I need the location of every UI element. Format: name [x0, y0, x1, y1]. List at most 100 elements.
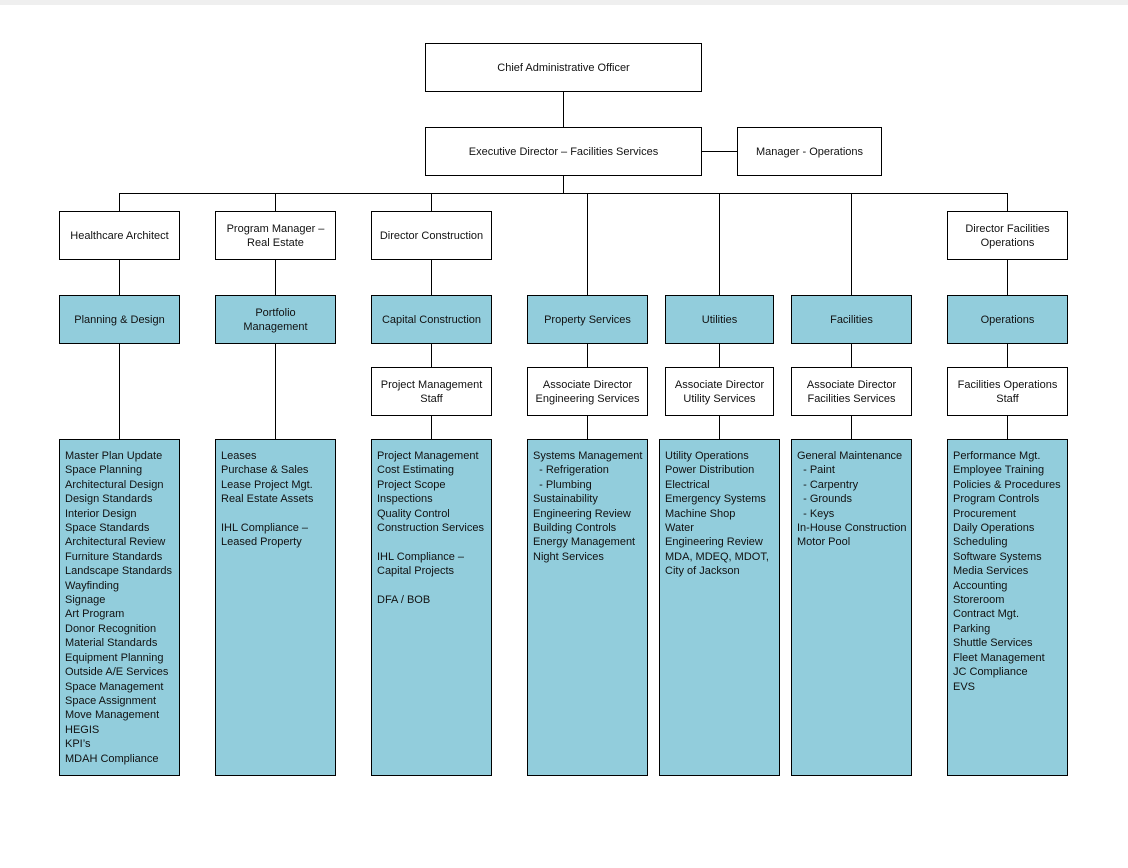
connector: [719, 415, 721, 439]
responsibility-list: Systems Management - Refrigeration - Plu…: [527, 439, 648, 776]
list-item: Accounting: [953, 579, 1008, 592]
responsibility-list: Project Management Cost Estimating Project…: [371, 439, 492, 776]
unit-box: Capital Construction: [371, 295, 492, 344]
unit-box: Utilities: [665, 295, 774, 344]
list-item: Shuttle Services: [953, 637, 1033, 650]
list-item: Signage: [65, 594, 106, 607]
list-item: Storeroom: [953, 594, 1005, 607]
list-item: [221, 507, 330, 521]
list-item: Outside A/E Services: [65, 666, 169, 679]
list-item: [377, 579, 486, 593]
list-item: - Carpentry: [797, 478, 859, 491]
list-item: Construction Services: [377, 522, 484, 535]
list-item: City of Jackson: [665, 565, 740, 578]
list-item: Art Program: [65, 608, 125, 621]
responsibility-list: Leases Purchase & Sales Lease Project Mgt.…: [215, 439, 336, 776]
list-item: Quality Control: [377, 507, 450, 520]
list-item: IHL Compliance –: [377, 550, 465, 563]
sub-box: Associate Director Utility Services: [665, 367, 774, 416]
list-item: Landscape Standards: [65, 565, 173, 578]
list-item: Architectural Design: [65, 478, 164, 491]
list-item: Material Standards: [65, 637, 158, 650]
list-item: Space Management: [65, 680, 164, 693]
list-item: Night Services: [533, 550, 604, 563]
list-item: - Paint: [797, 464, 835, 477]
column-head-box: Director Construction: [371, 211, 492, 260]
list-item: Leases: [221, 450, 257, 462]
connector: [119, 343, 121, 439]
list-item: Water: [665, 522, 694, 535]
connector: [1007, 415, 1009, 439]
connector: [851, 193, 853, 295]
list-item: Procurement: [953, 507, 1016, 520]
list-item: Employee Training: [953, 464, 1045, 477]
list-item: Sustainability: [533, 493, 598, 506]
list-item: Contract Mgt.: [953, 608, 1020, 621]
list-item: Engineering Review: [665, 536, 763, 549]
bus-line: [119, 193, 1008, 195]
connector: [431, 415, 433, 439]
list-item: - Refrigeration: [533, 464, 609, 477]
list-item: Systems Management: [533, 450, 643, 462]
list-item: KPI’s: [65, 738, 91, 751]
sub-box: Facilities Operations Staff: [947, 367, 1068, 416]
list-item: DFA / BOB: [377, 594, 431, 607]
list-item: Building Controls: [533, 522, 617, 535]
sub-box: Project Management Staff: [371, 367, 492, 416]
list-item: Capital Projects: [377, 565, 455, 578]
list-item: Engineering Review: [533, 507, 631, 520]
top-bar: [0, 0, 1128, 5]
unit-box: Portfolio Management: [215, 295, 336, 344]
sub-box: Associate Director Engineering Services: [527, 367, 648, 416]
connector: [431, 259, 433, 295]
list-item: In-House Construction: [797, 522, 907, 535]
list-item: Power Distribution: [665, 464, 755, 477]
list-item: Equipment Planning: [65, 651, 164, 664]
list-item: IHL Compliance –: [221, 522, 309, 535]
list-item: Electrical: [665, 478, 710, 491]
connector: [275, 259, 277, 295]
responsibility-list: Performance Mgt. Employee Training Policie…: [947, 439, 1068, 776]
unit-box: Facilities: [791, 295, 912, 344]
connector: [431, 193, 433, 211]
exec-director-box: Executive Director – Facilities Services: [425, 127, 702, 176]
connector: [701, 151, 737, 153]
unit-box: Planning & Design: [59, 295, 180, 344]
list-item: MDAH Compliance: [65, 752, 159, 765]
list-item: Parking: [953, 622, 991, 635]
connector: [1007, 259, 1009, 295]
list-item: MDA, MDEQ, MDOT,: [665, 550, 769, 563]
list-item: Policies & Procedures: [953, 478, 1061, 491]
list-item: - Plumbing: [533, 478, 592, 491]
list-item: Performance Mgt.: [953, 450, 1041, 462]
list-item: Master Plan Update: [65, 450, 163, 462]
column-head-box: Director Facilities Operations: [947, 211, 1068, 260]
list-item: Interior Design: [65, 507, 137, 520]
list-item: Space Planning: [65, 464, 143, 477]
list-item: Design Standards: [65, 493, 153, 506]
connector: [275, 193, 277, 211]
list-item: [377, 535, 486, 549]
connector: [587, 415, 589, 439]
connector: [851, 343, 853, 367]
connector: [119, 193, 121, 211]
list-item: Space Standards: [65, 522, 150, 535]
list-item: Real Estate Assets: [221, 493, 314, 506]
list-item: Space Assignment: [65, 694, 157, 707]
list-item: Architectural Review: [65, 536, 166, 549]
list-item: - Keys: [797, 507, 835, 520]
responsibility-list: Utility Operations Power Distribution Elec…: [659, 439, 780, 776]
cao-box: Chief Administrative Officer: [425, 43, 702, 92]
list-item: Donor Recognition: [65, 622, 157, 635]
list-item: Program Controls: [953, 493, 1040, 506]
list-item: Inspections: [377, 493, 433, 506]
list-item: Media Services: [953, 565, 1029, 578]
column-head-box: Program Manager – Real Estate: [215, 211, 336, 260]
list-item: Daily Operations: [953, 522, 1035, 535]
column-head-box: Healthcare Architect: [59, 211, 180, 260]
connector: [719, 193, 721, 295]
list-item: Energy Management: [533, 536, 636, 549]
sub-box: Associate Director Facilities Services: [791, 367, 912, 416]
list-item: Fleet Management: [953, 651, 1045, 664]
list-item: HEGIS: [65, 723, 100, 736]
